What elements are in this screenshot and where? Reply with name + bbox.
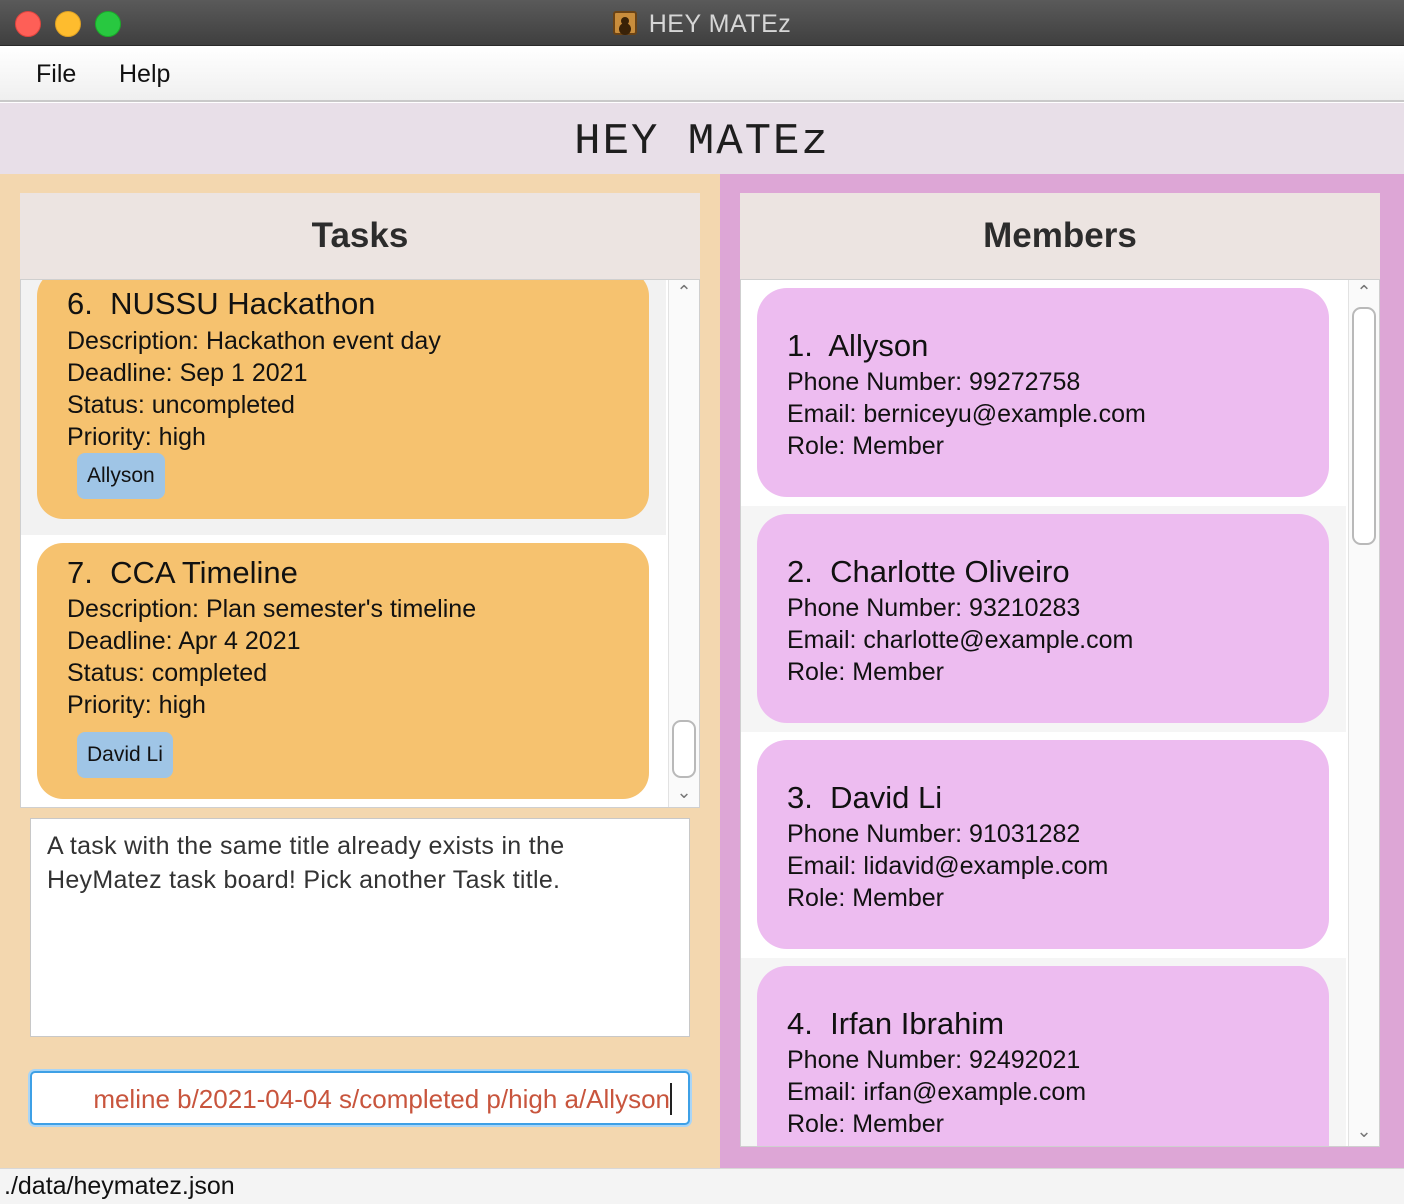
task-status: Status: uncompleted bbox=[67, 391, 295, 419]
member-name: 4. Irfan Ibrahim bbox=[787, 1006, 1005, 1041]
task-status: Status: completed bbox=[67, 659, 268, 687]
member-list[interactable]: 1. Allyson Phone Number: 99272758 Email:… bbox=[740, 279, 1380, 1147]
task-title: 6. NUSSU Hackathon bbox=[67, 286, 376, 321]
member-card[interactable]: 4. Irfan Ibrahim Phone Number: 92492021 … bbox=[757, 966, 1329, 1146]
menu-help[interactable]: Help bbox=[119, 60, 170, 89]
result-display: A task with the same title already exist… bbox=[30, 818, 690, 1037]
scroll-up-icon[interactable]: ⌃ bbox=[1349, 282, 1379, 303]
task-list[interactable]: 6. NUSSU Hackathon Description: Hackatho… bbox=[20, 279, 700, 808]
status-bar: ./data/heymatez.json bbox=[0, 1168, 1404, 1204]
member-list-cell[interactable]: 3. David Li Phone Number: 91031282 Email… bbox=[741, 732, 1346, 958]
member-list-scrollbar[interactable]: ⌃ ⌄ bbox=[1348, 280, 1379, 1146]
member-email: Email: irfan@example.com bbox=[787, 1078, 1087, 1106]
member-name: 2. Charlotte Oliveiro bbox=[787, 554, 1070, 589]
tasks-header: Tasks bbox=[20, 193, 700, 279]
scroll-up-icon[interactable]: ⌃ bbox=[669, 282, 699, 303]
member-email: Email: berniceyu@example.com bbox=[787, 400, 1146, 428]
task-card[interactable]: 7. CCA Timeline Description: Plan semest… bbox=[37, 543, 649, 799]
member-card[interactable]: 2. Charlotte Oliveiro Phone Number: 9321… bbox=[757, 514, 1329, 723]
tasks-pane: Tasks 6. NUSSU Hackathon Description: Ha… bbox=[0, 174, 720, 1168]
task-deadline: Deadline: Apr 4 2021 bbox=[67, 627, 301, 655]
window-title-text: HEY MATEz bbox=[648, 10, 792, 38]
app-contacts-icon bbox=[612, 11, 637, 35]
task-priority: Priority: high bbox=[67, 423, 206, 451]
app-title: HEY MATEz bbox=[574, 117, 830, 167]
member-phone: Phone Number: 93210283 bbox=[787, 594, 1081, 622]
member-email: Email: lidavid@example.com bbox=[787, 852, 1109, 880]
assignee-tag: David Li bbox=[77, 732, 173, 778]
result-line: A task with the same title already exist… bbox=[47, 832, 565, 860]
member-phone: Phone Number: 91031282 bbox=[787, 820, 1081, 848]
member-card[interactable]: 1. Allyson Phone Number: 99272758 Email:… bbox=[757, 288, 1329, 497]
scroll-thumb[interactable] bbox=[1352, 307, 1376, 545]
task-priority: Priority: high bbox=[67, 691, 206, 719]
member-name: 1. Allyson bbox=[787, 328, 929, 363]
command-input[interactable]: meline b/2021-04-04 s/completed p/high a… bbox=[30, 1071, 690, 1125]
member-phone: Phone Number: 92492021 bbox=[787, 1046, 1081, 1074]
command-input-text: meline b/2021-04-04 s/completed p/high a… bbox=[93, 1084, 670, 1114]
window-titlebar: HEY MATEz bbox=[0, 0, 1404, 46]
scroll-down-icon[interactable]: ⌄ bbox=[1349, 1121, 1379, 1142]
scroll-down-icon[interactable]: ⌄ bbox=[669, 782, 699, 803]
member-role: Role: Member bbox=[787, 658, 944, 686]
assignee-tag: Allyson bbox=[77, 453, 165, 499]
task-list-scrollbar[interactable]: ⌃ ⌄ bbox=[668, 280, 699, 807]
member-list-cell[interactable]: 2. Charlotte Oliveiro Phone Number: 9321… bbox=[741, 506, 1346, 732]
menu-bar: File Help bbox=[0, 47, 1404, 102]
task-card[interactable]: 6. NUSSU Hackathon Description: Hackatho… bbox=[37, 280, 649, 519]
result-line: HeyMatez task board! Pick another Task t… bbox=[47, 866, 561, 894]
member-card[interactable]: 3. David Li Phone Number: 91031282 Email… bbox=[757, 740, 1329, 949]
task-list-cell[interactable]: 6. NUSSU Hackathon Description: Hackatho… bbox=[21, 280, 666, 535]
task-description: Description: Hackathon event day bbox=[67, 327, 441, 355]
scroll-thumb[interactable] bbox=[672, 720, 696, 778]
app-header: HEY MATEz bbox=[0, 103, 1404, 174]
member-list-cell[interactable]: 4. Irfan Ibrahim Phone Number: 92492021 … bbox=[741, 958, 1346, 1146]
member-phone: Phone Number: 99272758 bbox=[787, 368, 1081, 396]
member-role: Role: Member bbox=[787, 1110, 944, 1138]
text-caret bbox=[670, 1083, 672, 1115]
menu-file[interactable]: File bbox=[36, 60, 76, 89]
window-title: HEY MATEz bbox=[0, 10, 1404, 39]
task-list-cell[interactable]: 7. CCA Timeline Description: Plan semest… bbox=[21, 535, 666, 807]
member-list-cell[interactable]: 1. Allyson Phone Number: 99272758 Email:… bbox=[741, 280, 1346, 506]
storage-path: ./data/heymatez.json bbox=[4, 1172, 235, 1200]
task-description: Description: Plan semester's timeline bbox=[67, 595, 477, 623]
member-role: Role: Member bbox=[787, 432, 944, 460]
task-title: 7. CCA Timeline bbox=[67, 555, 298, 590]
member-name: 3. David Li bbox=[787, 780, 943, 815]
member-role: Role: Member bbox=[787, 884, 944, 912]
members-pane: Members 1. Allyson Phone Number: 9927275… bbox=[720, 174, 1404, 1168]
members-header: Members bbox=[740, 193, 1380, 279]
member-email: Email: charlotte@example.com bbox=[787, 626, 1134, 654]
task-deadline: Deadline: Sep 1 2021 bbox=[67, 359, 308, 387]
